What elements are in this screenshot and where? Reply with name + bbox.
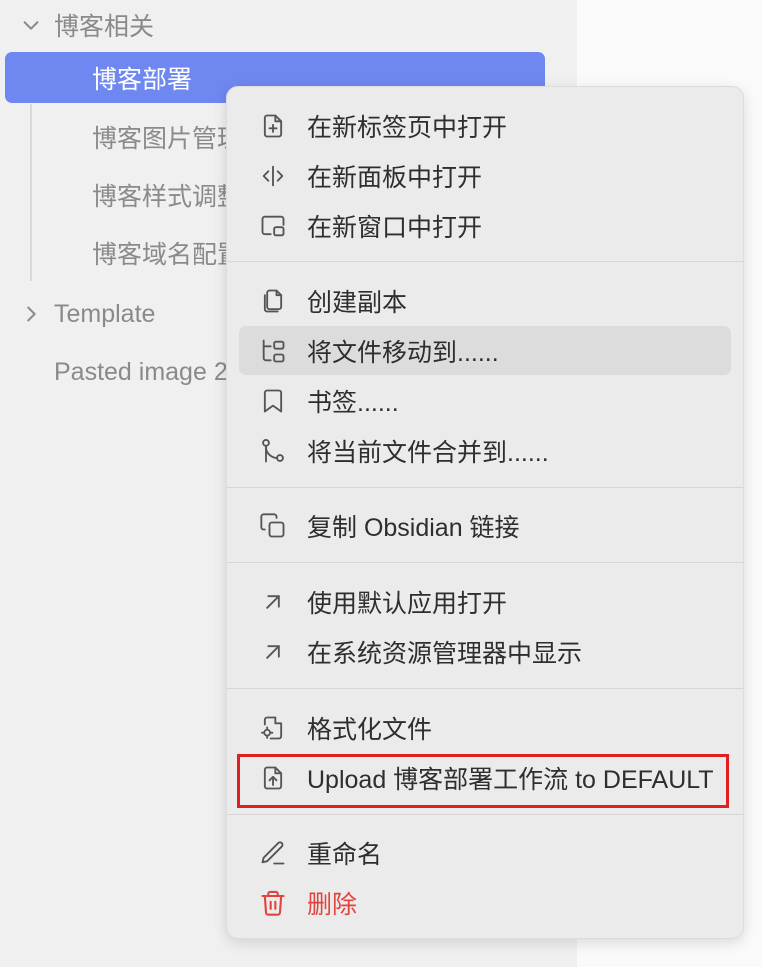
file-label: 博客样式调整 <box>92 183 243 211</box>
menu-separator <box>227 487 743 488</box>
menu-item-label: 在新面板中打开 <box>307 163 483 192</box>
file-label: 博客域名配置 <box>92 241 243 269</box>
file-item[interactable]: 博客样式调整 <box>92 170 242 220</box>
menu-item-open-default-app[interactable]: 使用默认应用打开 <box>239 577 731 626</box>
menu-item-label: 书签...... <box>307 388 399 417</box>
bookmark-icon <box>259 387 287 415</box>
folder-blog[interactable]: 博客相关 <box>20 0 154 50</box>
split-vertical-icon <box>259 162 287 190</box>
menu-item-label: 复制 Obsidian 链接 <box>307 513 520 542</box>
menu-item-label: 在新标签页中打开 <box>307 113 508 142</box>
menu-item-duplicate[interactable]: 创建副本 <box>239 276 731 325</box>
file-label: Pasted image 2 <box>54 357 228 386</box>
folder-label: 博客相关 <box>54 13 155 41</box>
file-item[interactable]: Pasted image 2 <box>54 347 228 397</box>
menu-separator <box>227 261 743 262</box>
folder-template[interactable]: Template <box>20 289 155 339</box>
files-copy-icon <box>259 287 287 315</box>
git-merge-icon <box>259 437 287 465</box>
file-item[interactable]: 博客图片管理 <box>92 112 242 162</box>
folder-tree-icon <box>259 337 287 365</box>
menu-item-label: 在系统资源管理器中显示 <box>307 639 583 668</box>
menu-item-label: 将当前文件合并到...... <box>307 438 549 467</box>
menu-item-open-new-window[interactable]: 在新窗口中打开 <box>239 201 731 250</box>
chevron-down-icon <box>20 14 42 36</box>
menu-item-label: 删除 <box>307 890 358 919</box>
menu-item-label: 在新窗口中打开 <box>307 213 483 242</box>
trash-icon <box>259 889 287 917</box>
copy-link-icon <box>259 512 287 540</box>
menu-separator <box>227 562 743 563</box>
file-cog-icon <box>259 714 287 742</box>
menu-item-delete[interactable]: 删除 <box>239 878 731 927</box>
menu-item-open-new-tab[interactable]: 在新标签页中打开 <box>239 101 731 150</box>
chevron-right-icon <box>20 303 42 325</box>
tree-indent-guide <box>30 104 32 281</box>
menu-item-move-file[interactable]: 将文件移动到...... <box>239 326 731 375</box>
file-label: 博客图片管理 <box>92 125 243 153</box>
menu-item-label: 将文件移动到...... <box>307 338 499 367</box>
arrow-up-right-icon <box>259 638 287 666</box>
menu-item-label: 使用默认应用打开 <box>307 589 508 618</box>
menu-item-label: 重命名 <box>307 840 383 869</box>
menu-item-label: 格式化文件 <box>307 715 433 744</box>
file-label: 博客部署 <box>92 65 193 94</box>
menu-item-open-new-pane[interactable]: 在新面板中打开 <box>239 151 731 200</box>
file-item[interactable]: 博客域名配置 <box>92 228 242 278</box>
arrow-up-right-icon <box>259 588 287 616</box>
file-plus-icon <box>259 112 287 140</box>
menu-item-format-file[interactable]: 格式化文件 <box>239 703 731 752</box>
menu-separator <box>227 688 743 689</box>
menu-separator <box>227 814 743 815</box>
menu-item-label: 创建副本 <box>307 288 408 317</box>
new-window-icon <box>259 212 287 240</box>
menu-item-copy-obsidian-link[interactable]: 复制 Obsidian 链接 <box>239 501 731 550</box>
folder-label: Template <box>54 299 156 328</box>
menu-item-merge-file[interactable]: 将当前文件合并到...... <box>239 426 731 475</box>
menu-item-show-in-explorer[interactable]: 在系统资源管理器中显示 <box>239 627 731 676</box>
context-menu: 在新标签页中打开 在新面板中打开 在新窗口中打开 创建副本 将文件移动到....… <box>226 86 744 939</box>
menu-item-rename[interactable]: 重命名 <box>239 828 731 877</box>
menu-item-bookmark[interactable]: 书签...... <box>239 376 731 425</box>
highlight-annotation-box <box>237 754 729 808</box>
pencil-icon <box>259 839 287 867</box>
